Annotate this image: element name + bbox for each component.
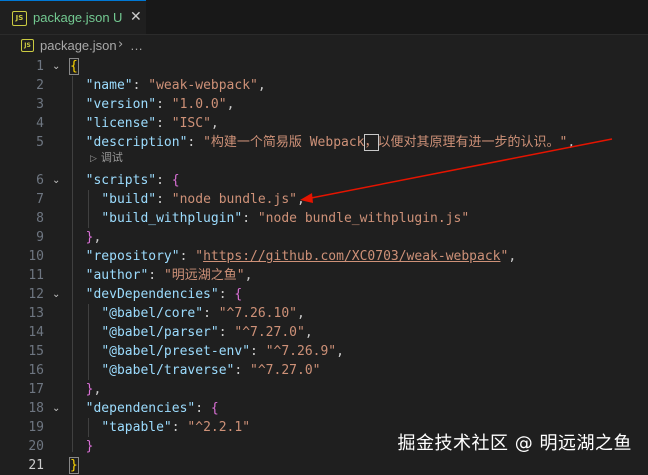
code-line: 4 "license": "ISC", xyxy=(0,114,648,133)
line-number: 14 xyxy=(28,325,44,340)
json-value: "明远湖之鱼" xyxy=(163,268,245,283)
line-number: 21 xyxy=(28,458,44,473)
json-key: "version" xyxy=(85,97,157,112)
line-number: 20 xyxy=(28,439,44,454)
tab-label: package.json xyxy=(33,10,110,25)
json-key: "@babel/preset-env" xyxy=(101,344,251,359)
json-value: "node bundle.js" xyxy=(171,192,297,207)
fold-chevron-icon[interactable]: ⌄ xyxy=(52,399,60,418)
line-number: 15 xyxy=(28,344,44,359)
tab-package-json[interactable]: JS package.json U ✕ xyxy=(0,0,146,34)
code-line: 3 "version": "1.0.0", xyxy=(0,95,648,114)
line-number: 18 xyxy=(28,401,44,416)
json-value: "^7.26.9" xyxy=(265,344,337,359)
chevron-right-icon: › xyxy=(118,37,124,52)
repository-link[interactable]: https://github.com/XC0703/weak-webpack xyxy=(203,249,500,264)
play-icon: ▷ xyxy=(90,154,97,164)
untracked-badge: U xyxy=(113,10,123,25)
line-number: 19 xyxy=(28,420,44,435)
json-key: "dependencies" xyxy=(85,401,196,416)
json-key: "repository" xyxy=(85,249,180,264)
line-number: 7 xyxy=(36,192,44,207)
json-key: "build" xyxy=(101,192,157,207)
breadcrumb-more[interactable]: … xyxy=(130,38,143,53)
json-value: "^7.27.0" xyxy=(234,325,305,340)
line-number: 1 xyxy=(36,59,44,74)
code-editor[interactable]: 1 ⌄ { 2 "name": "weak-webpack", 3 "versi… xyxy=(0,57,648,475)
json-value: "^7.26.10" xyxy=(218,306,297,321)
code-line: 17 }, xyxy=(0,380,648,399)
json-value: "构建一个简易版 Webpack xyxy=(203,135,365,150)
json-key: "devDependencies" xyxy=(85,287,219,302)
codelens-label: 调试 xyxy=(100,151,123,164)
breadcrumb-file[interactable]: package.json xyxy=(40,38,117,53)
code-line: 2 "name": "weak-webpack", xyxy=(0,76,648,95)
line-number: 12 xyxy=(28,287,44,302)
json-value: "node bundle_withplugin.js" xyxy=(257,211,470,226)
code-line: 6 ⌄ "scripts": { xyxy=(0,171,648,190)
json-value: "^7.27.0" xyxy=(250,363,321,378)
brace: } xyxy=(85,439,94,454)
line-number: 10 xyxy=(28,249,44,264)
quote: " xyxy=(195,249,204,264)
line-number: 9 xyxy=(36,230,44,245)
json-key: "@babel/core" xyxy=(101,306,204,321)
close-icon[interactable]: ✕ xyxy=(130,9,142,25)
fold-chevron-icon[interactable]: ⌄ xyxy=(52,171,60,190)
code-line: 7 "build": "node bundle.js", xyxy=(0,190,648,209)
line-number: 16 xyxy=(28,363,44,378)
json-value: "1.0.0" xyxy=(171,97,227,112)
watermark: 掘金技术社区 @ 明远湖之鱼 xyxy=(397,433,632,454)
line-number: 3 xyxy=(36,97,44,112)
json-value: "weak-webpack" xyxy=(148,78,258,93)
json-key: "author" xyxy=(85,268,149,283)
json-key: "description" xyxy=(85,135,188,150)
json-key: "tapable" xyxy=(101,420,172,435)
line-number: 4 xyxy=(36,116,44,131)
line-number: 2 xyxy=(36,78,44,93)
code-line: 9 }, xyxy=(0,228,648,247)
brace: { xyxy=(210,401,219,416)
code-line: 13 "@babel/core": "^7.26.10", xyxy=(0,304,648,323)
line-number: 17 xyxy=(28,382,44,397)
json-value: 以便对其原理有进一步的认识。" xyxy=(377,135,568,150)
json-key: "license" xyxy=(85,116,157,131)
fold-chevron-icon[interactable]: ⌄ xyxy=(52,57,60,76)
line-number: 11 xyxy=(28,268,44,283)
json-key: "@babel/parser" xyxy=(101,325,219,340)
line-number: 6 xyxy=(36,173,44,188)
code-line: 12 ⌄ "devDependencies": { xyxy=(0,285,648,304)
cursor-char: ， xyxy=(363,134,379,151)
code-line: 1 ⌄ { xyxy=(0,57,648,76)
code-line: 8 "build_withplugin": "node bundle_withp… xyxy=(0,209,648,228)
line-number: 8 xyxy=(36,211,44,226)
code-line: 11 "author": "明远湖之鱼", xyxy=(0,266,648,285)
code-line: 15 "@babel/preset-env": "^7.26.9", xyxy=(0,342,648,361)
js-icon: JS xyxy=(12,11,27,26)
brace: { xyxy=(171,173,180,188)
code-line: 21 } xyxy=(0,456,648,475)
breadcrumb: JS package.json › … xyxy=(0,35,648,57)
brace: } xyxy=(69,457,79,474)
json-key: "name" xyxy=(85,78,133,93)
tab-bar: JS package.json U ✕ xyxy=(0,0,648,35)
code-line: 10 "repository": "https://github.com/XC0… xyxy=(0,247,648,266)
code-line: 14 "@babel/parser": "^7.27.0", xyxy=(0,323,648,342)
json-value: "ISC" xyxy=(171,116,211,131)
js-icon: JS xyxy=(21,39,34,52)
fold-chevron-icon[interactable]: ⌄ xyxy=(52,285,60,304)
line-number: 13 xyxy=(28,306,44,321)
json-key: "@babel/traverse" xyxy=(101,363,235,378)
json-value: "^2.2.1" xyxy=(187,420,251,435)
json-key: "build_withplugin" xyxy=(101,211,243,226)
line-number: 5 xyxy=(36,135,44,150)
brace: { xyxy=(234,287,243,302)
json-key: "scripts" xyxy=(85,173,157,188)
code-line: 16 "@babel/traverse": "^7.27.0" xyxy=(0,361,648,380)
code-line: 18 ⌄ "dependencies": { xyxy=(0,399,648,418)
codelens-debug[interactable]: ▷ 调试 xyxy=(90,149,123,165)
brace: { xyxy=(69,58,79,75)
